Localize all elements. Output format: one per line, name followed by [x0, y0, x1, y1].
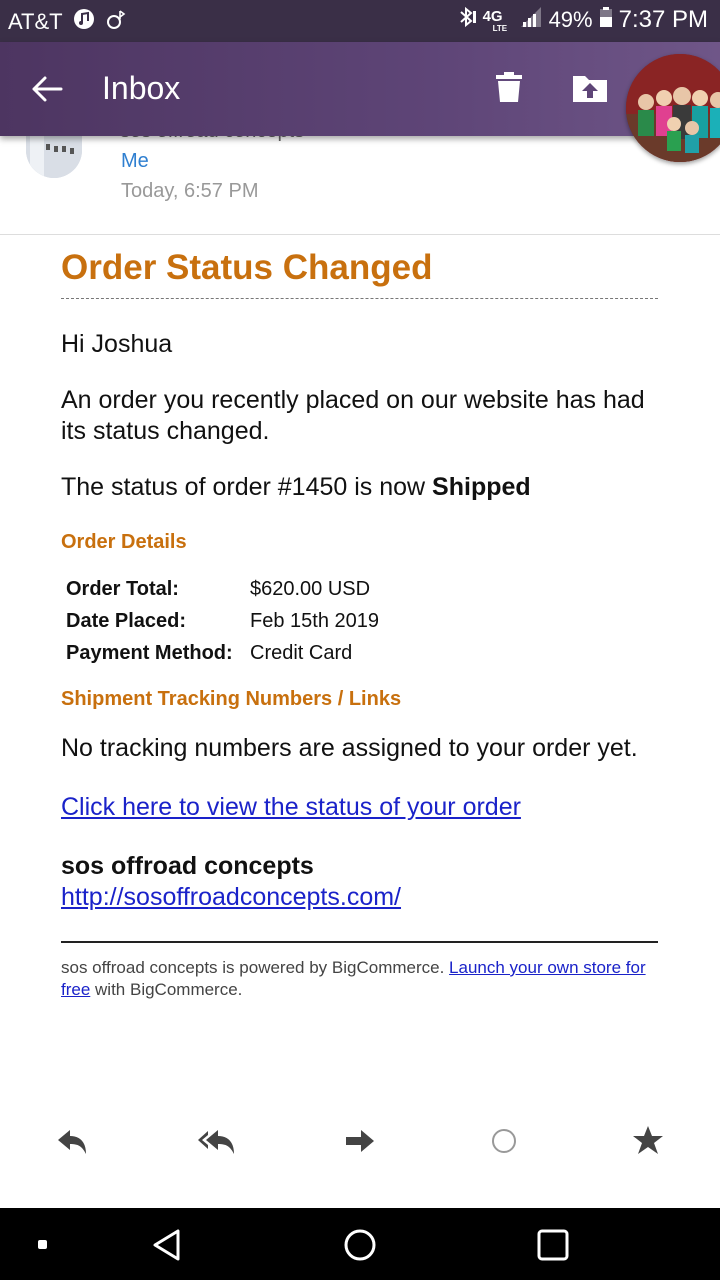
detail-label: Order Total: [66, 578, 179, 600]
table-row: Order Total: $620.00 USD [64, 574, 385, 606]
detail-value: $620.00 USD [250, 578, 371, 600]
status-bar: AT&T 4G LTE 49% 7:37 PM [0, 0, 720, 42]
recipient-label[interactable]: Me [121, 150, 149, 173]
tracking-text: No tracking numbers are assigned to your… [61, 734, 638, 762]
email-action-bar [0, 1108, 720, 1176]
bluetooth-music-icon [105, 8, 129, 36]
back-arrow-icon[interactable] [30, 72, 64, 106]
network-sub-label: LTE [492, 24, 508, 33]
battery-icon [599, 6, 613, 34]
footer-divider [61, 941, 658, 943]
company-name: sos offroad concepts [61, 852, 314, 880]
trash-icon[interactable] [494, 72, 524, 109]
email-body: Order Status Changed Hi Joshua An order … [61, 248, 658, 1001]
title-divider [61, 298, 658, 299]
table-row: Payment Method: Credit Card [64, 638, 385, 670]
reply-icon[interactable] [54, 1124, 90, 1160]
screen-title: Inbox [102, 70, 181, 106]
footer-suffix: with BigCommerce. [90, 980, 243, 999]
status-value: Shipped [432, 473, 531, 501]
email-header: sos offroad concepts Me Today, 6:57 PM [0, 120, 720, 235]
bluetooth-icon [457, 6, 477, 34]
email-date: Today, 6:57 PM [121, 180, 259, 202]
order-status-line: The status of order #1450 is now Shipped [61, 472, 658, 503]
detail-label: Date Placed: [66, 610, 187, 632]
move-to-folder-icon[interactable] [572, 72, 608, 109]
battery-percent: 49% [548, 7, 593, 32]
status-prefix: The status of order #1450 is now [61, 473, 433, 501]
clock: 7:37 PM [618, 6, 708, 33]
carrier-label: AT&T [8, 9, 63, 34]
email-title: Order Status Changed [61, 248, 433, 287]
table-row: Date Placed: Feb 15th 2019 [64, 606, 385, 638]
back-triangle-icon[interactable] [150, 1228, 184, 1267]
music-icon [73, 8, 95, 36]
company-url-link[interactable]: http://sosoffroadconcepts.com/ [61, 882, 658, 913]
app-bar: Inbox [0, 42, 720, 136]
intro-text: An order you recently placed on our webs… [61, 386, 645, 445]
network-type-icon: 4G LTE [483, 8, 513, 33]
reply-all-icon[interactable] [196, 1124, 238, 1160]
order-details-table: Order Total: $620.00 USD Date Placed: Fe… [64, 574, 385, 670]
detail-label: Payment Method: [66, 642, 233, 664]
footer-text: sos offroad concepts is powered by BigCo… [61, 957, 658, 1001]
sender-avatar [26, 136, 82, 178]
system-nav-bar [0, 1208, 720, 1280]
detail-value: Credit Card [250, 642, 353, 664]
nav-dot-icon[interactable] [36, 1238, 50, 1257]
footer-prefix: sos offroad concepts is powered by BigCo… [61, 958, 450, 977]
order-status-link[interactable]: Click here to view the status of your or… [61, 792, 658, 823]
star-icon[interactable] [632, 1124, 668, 1160]
detail-value: Feb 15th 2019 [250, 610, 379, 632]
circle-icon[interactable] [490, 1124, 526, 1160]
order-details-heading: Order Details [61, 531, 187, 553]
greeting: Hi Joshua [61, 330, 173, 358]
tracking-heading: Shipment Tracking Numbers / Links [61, 688, 402, 710]
recents-square-icon[interactable] [536, 1228, 570, 1267]
home-circle-icon[interactable] [343, 1228, 377, 1267]
forward-icon[interactable] [342, 1124, 378, 1160]
signal-icon [519, 6, 543, 34]
